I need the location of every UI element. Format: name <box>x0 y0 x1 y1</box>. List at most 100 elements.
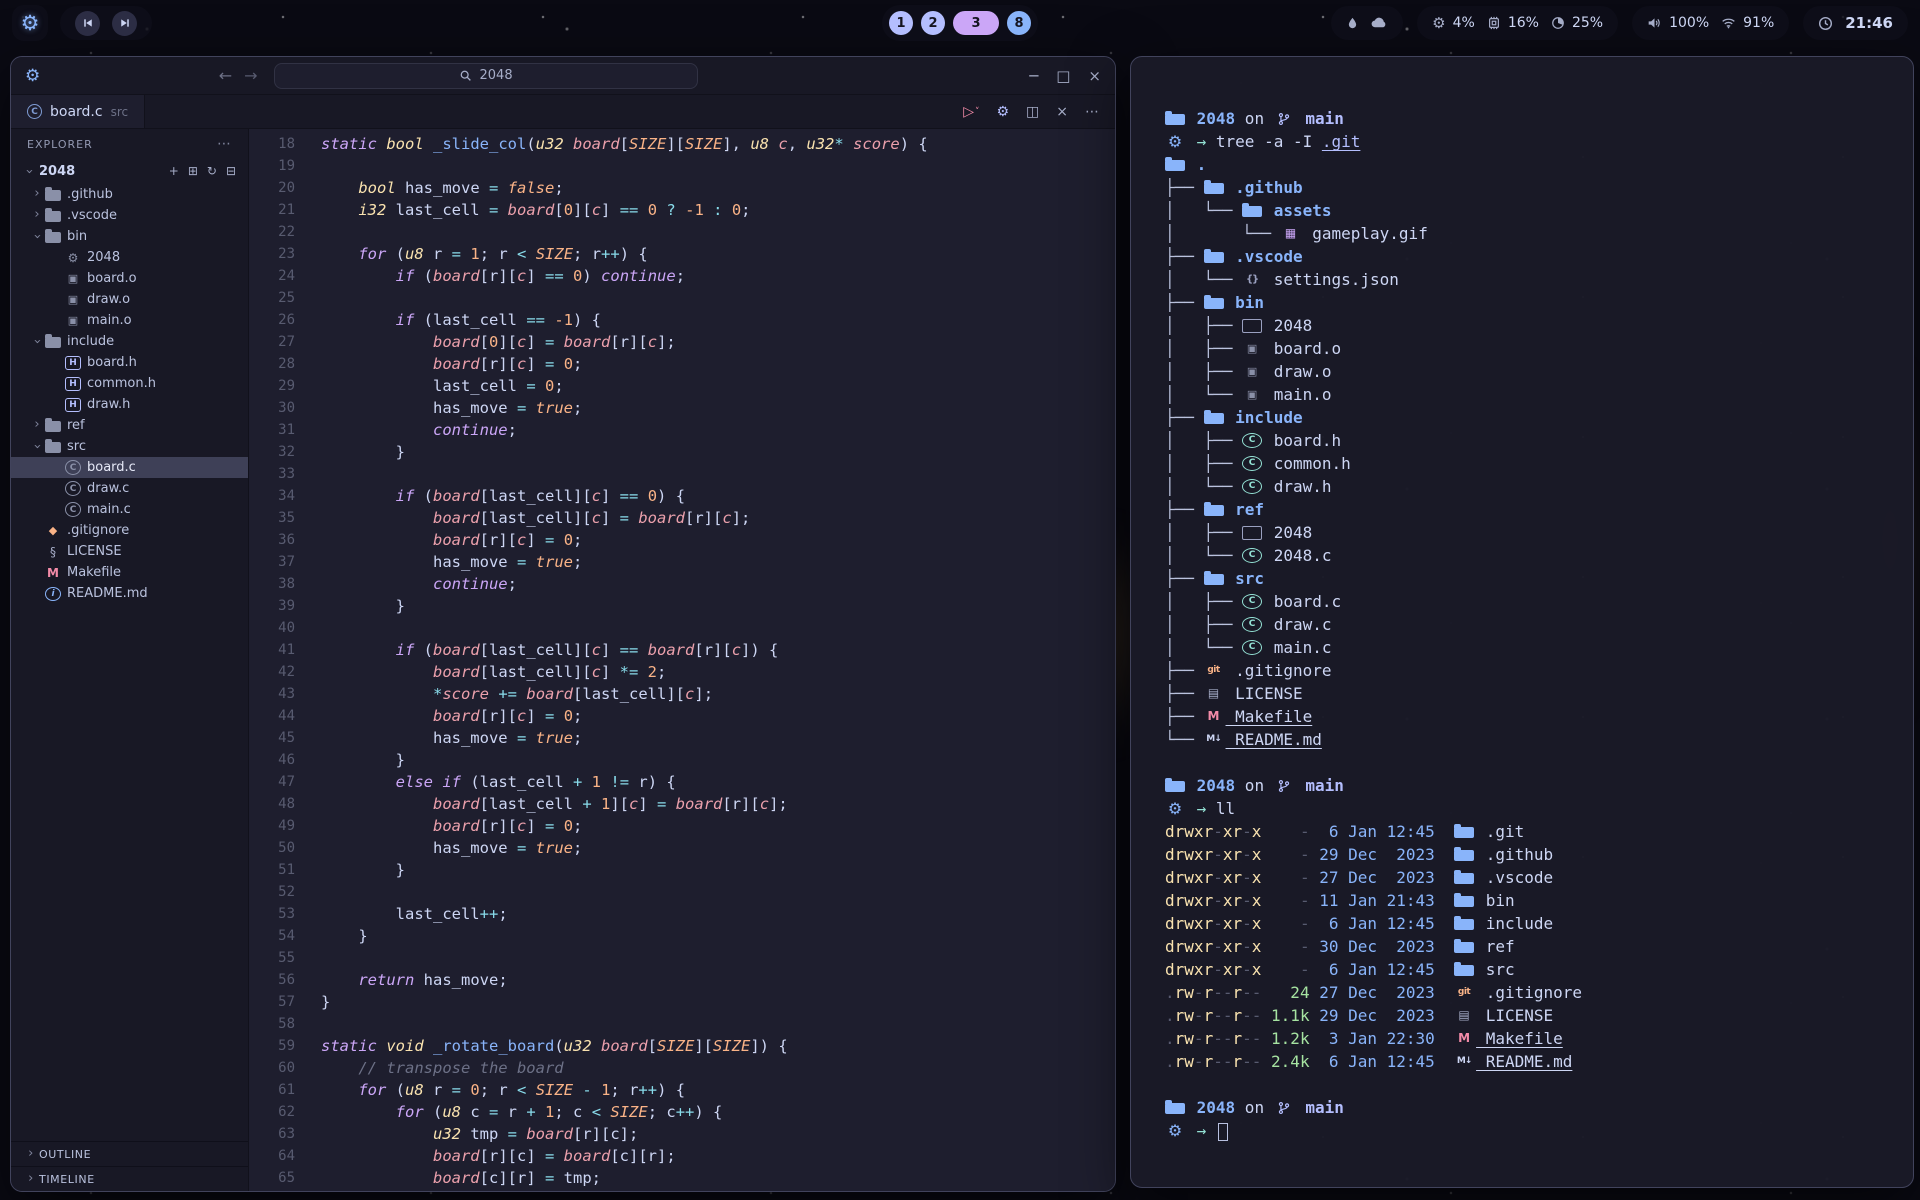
wifi-icon <box>1721 17 1736 29</box>
more-actions-icon[interactable]: ⋯ <box>1085 104 1099 120</box>
nav-forward-icon[interactable]: → <box>244 66 257 85</box>
settings-gear-icon[interactable]: ⚙ <box>996 104 1009 120</box>
terminal-ll-row: .rw-r--r-- 24 27 Dec 2023 git .gitignore <box>1165 981 1879 1004</box>
speaker-icon <box>1647 16 1662 30</box>
explorer-item-README.md[interactable]: iREADME.md <box>11 583 248 604</box>
code-editor[interactable]: 18static bool _slide_col(u32 board[SIZE]… <box>249 129 1115 1191</box>
outline-section[interactable]: › OUTLINE <box>11 1141 248 1166</box>
explorer-header: EXPLORER ⋯ <box>11 129 248 159</box>
c-circle-icon: C <box>1242 617 1262 632</box>
folder-icon <box>1242 206 1262 217</box>
makefile-icon: M <box>1204 705 1224 728</box>
explorer-item-board.h[interactable]: Hboard.h <box>11 352 248 373</box>
terminal[interactable]: 2048 on main⚙ → tree -a -I .git .├── .gi… <box>1131 57 1913 1187</box>
new-file-icon[interactable]: + <box>169 164 179 178</box>
maximize-icon[interactable]: □ <box>1056 67 1070 85</box>
code-line: 51 } <box>249 859 1115 881</box>
explorer-item-draw.h[interactable]: Hdraw.h <box>11 394 248 415</box>
line-number: 24 <box>249 265 295 287</box>
explorer-item-main.c[interactable]: Cmain.c <box>11 499 248 520</box>
workspace-2[interactable]: 2 <box>921 11 945 35</box>
code-text: continue; <box>321 573 517 595</box>
terminal-tree-row: │ ├── C common.h <box>1165 452 1879 475</box>
explorer-item-src[interactable]: ›src <box>11 436 248 457</box>
media-next-button[interactable] <box>112 11 137 36</box>
c-circle-icon: C <box>65 481 81 496</box>
split-editor-icon[interactable]: ◫ <box>1026 104 1039 120</box>
explorer-item-Makefile[interactable]: MMakefile <box>11 562 248 583</box>
explorer-item-.gitignore[interactable]: ◆.gitignore <box>11 520 248 541</box>
code-line: 29 last_cell = 0; <box>249 375 1115 397</box>
explorer-item-main.o[interactable]: ▣main.o <box>11 310 248 331</box>
terminal-tree-row: │ ├── ▣ draw.o <box>1165 360 1879 383</box>
explorer-item-.vscode[interactable]: ›.vscode <box>11 205 248 226</box>
h-badge-icon: H <box>65 398 81 412</box>
refresh-icon[interactable]: ↻ <box>207 164 217 178</box>
command-center-search[interactable]: 2048 <box>274 63 698 89</box>
makefile-icon: M <box>1454 1027 1474 1050</box>
file-label: src <box>67 439 86 454</box>
terminal-ll-row: drwxr-xr-x - 30 Dec 2023 ref <box>1165 935 1879 958</box>
new-folder-icon[interactable]: ⊞ <box>188 164 198 178</box>
volume-stat: 100% <box>1647 15 1709 31</box>
explorer-item-board.o[interactable]: ▣board.o <box>11 268 248 289</box>
explorer-item-bin[interactable]: ›bin <box>11 226 248 247</box>
explorer-item-draw.o[interactable]: ▣draw.o <box>11 289 248 310</box>
makefile-icon: M <box>45 566 61 580</box>
explorer-item-LICENSE[interactable]: §LICENSE <box>11 541 248 562</box>
terminal-tree-row: │ ├── 2048 <box>1165 314 1879 337</box>
file-icon <box>1242 319 1262 333</box>
explorer-more-icon[interactable]: ⋯ <box>217 136 232 152</box>
nav-back-icon[interactable]: ← <box>219 66 232 85</box>
explorer-item-2048[interactable]: ⚙2048 <box>11 247 248 268</box>
line-number: 33 <box>249 463 295 485</box>
explorer-item-draw.c[interactable]: Cdraw.c <box>11 478 248 499</box>
explorer-item-common.h[interactable]: Hcommon.h <box>11 373 248 394</box>
explorer-item-board.c[interactable]: Cboard.c <box>11 457 248 478</box>
tab-board-c[interactable]: C board.c src <box>11 95 145 128</box>
code-line: 28 board[r][c] = 0; <box>249 353 1115 375</box>
close-editor-icon[interactable]: × <box>1056 104 1068 120</box>
ram-icon <box>1487 16 1501 30</box>
code-text: for (u8 c = r + 1; c < SIZE; c++) { <box>321 1101 722 1123</box>
branch-icon <box>1274 1101 1294 1115</box>
permissions: .rw-r--r-- <box>1165 1027 1261 1050</box>
timeline-section[interactable]: › TIMELINE <box>11 1166 248 1191</box>
workspace-switcher: 1238 <box>882 5 1038 41</box>
line-number: 50 <box>249 837 295 859</box>
os-logo-icon[interactable]: ⚙ <box>12 5 48 41</box>
run-icon[interactable]: ▷˅ <box>963 104 979 120</box>
folder-icon <box>1165 1103 1185 1114</box>
file-label: main.c <box>87 502 131 517</box>
clock-widget[interactable]: 21:46 <box>1803 6 1908 40</box>
terminal-tree-row: │ └── C 2048.c <box>1165 544 1879 567</box>
media-prev-button[interactable] <box>75 11 100 36</box>
collapse-all-icon[interactable]: ⊟ <box>226 164 236 178</box>
workspace-1[interactable]: 1 <box>889 11 913 35</box>
code-line: 58 <box>249 1013 1115 1035</box>
line-number: 19 <box>249 155 295 177</box>
code-line: 39 } <box>249 595 1115 617</box>
explorer-item-.github[interactable]: ›.github <box>11 184 248 205</box>
explorer-item-ref[interactable]: ›ref <box>11 415 248 436</box>
editor-logo-icon: ⚙ <box>25 66 40 86</box>
workspace-8[interactable]: 8 <box>1007 11 1031 35</box>
folder-icon <box>1204 413 1224 424</box>
code-line: 57} <box>249 991 1115 1013</box>
code-text: for (u8 r = 0; r < SIZE - 1; r++) { <box>321 1079 685 1101</box>
weather-widget[interactable] <box>1331 6 1403 40</box>
line-number: 21 <box>249 199 295 221</box>
clock-icon <box>1818 16 1833 31</box>
audio-network-widget[interactable]: 100% 91% <box>1632 6 1789 40</box>
close-icon[interactable]: × <box>1088 67 1101 85</box>
project-root-row[interactable]: › 2048 + ⊞ ↻ ⊟ <box>11 159 248 183</box>
terminal-block: 2048 on main⚙ → lldrwxr-xr-x - 6 Jan 12:… <box>1165 774 1879 1073</box>
workspace-3[interactable]: 3 <box>953 11 999 35</box>
explorer-item-include[interactable]: ›include <box>11 331 248 352</box>
line-number: 53 <box>249 903 295 925</box>
git-text-icon: git <box>1204 659 1224 682</box>
line-number: 64 <box>249 1145 295 1167</box>
minimize-icon[interactable]: ─ <box>1029 67 1038 85</box>
c-circle-icon: C <box>1242 479 1262 494</box>
terminal-tree-row: │ └── ▦ gameplay.gif <box>1165 222 1879 245</box>
